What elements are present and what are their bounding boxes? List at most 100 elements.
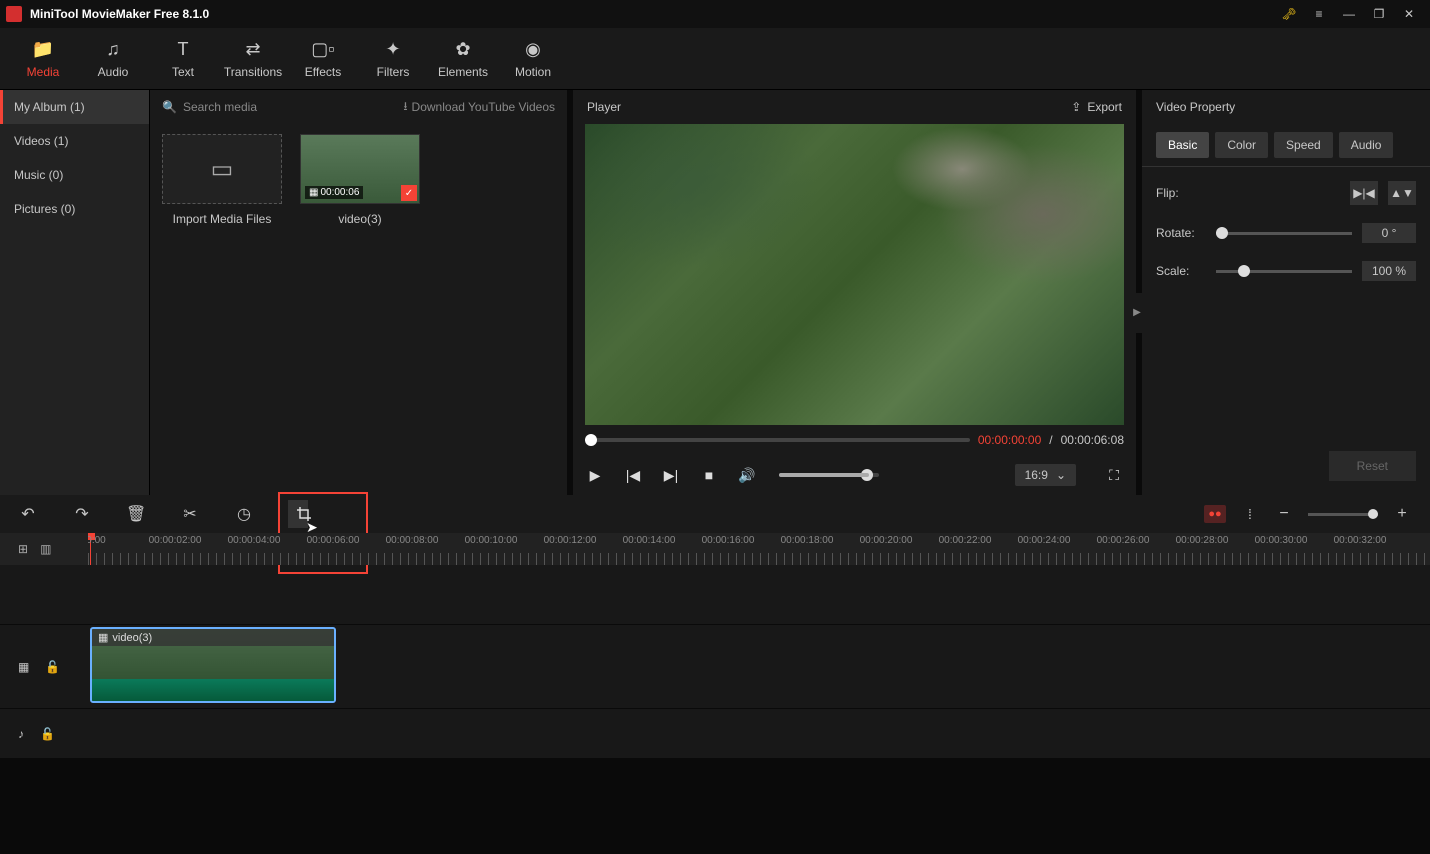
download-icon: ⭳ [403,97,407,118]
check-icon: ✓ [401,185,417,201]
ribbon-tab-transitions[interactable]: ⇄Transitions [218,28,288,89]
aspect-ratio-select[interactable]: 16:9 ⌄ [1015,464,1076,486]
search-placeholder: Search media [183,100,257,114]
video-preview[interactable] [585,124,1124,425]
motion-icon: ◉ [525,39,541,61]
timecode-total: 00:00:06:08 [1061,433,1124,447]
album-item[interactable]: Music (0) [0,158,149,192]
ribbon-tab-media[interactable]: 📁Media [8,28,78,89]
menu-icon[interactable]: ≡ [1304,0,1334,28]
ribbon-tab-text[interactable]: TText [148,28,218,89]
effects-icon: ▢▫ [311,39,334,61]
key-icon[interactable]: 🗝 [1274,0,1304,28]
play-button[interactable]: ▶ [585,467,605,484]
clip-name: video(3) [300,212,420,226]
folder-icon: 📁 [32,39,54,61]
close-button[interactable]: ✕ [1394,0,1424,28]
media-clip-tile[interactable]: ▦ 00:00:06 ✓ video(3) [300,134,420,226]
ribbon-tab-filters[interactable]: ✦Filters [358,28,428,89]
marker-button[interactable]: ⁞ [1240,506,1260,522]
split-button[interactable]: ✂ [180,504,200,524]
zoom-slider[interactable] [1308,513,1378,516]
rotate-slider[interactable] [1216,232,1352,235]
ruler-tick: 00:00:14:00 [623,535,676,546]
zoom-in-button[interactable]: + [1392,505,1412,523]
ribbon-tab-audio[interactable]: ♫Audio [78,28,148,89]
ruler-tick: 00:00:04:00 [228,535,281,546]
timeline-track-blank [0,565,1430,625]
ribbon-tab-effects[interactable]: ▢▫Effects [288,28,358,89]
import-tile[interactable]: ▭ Import Media Files [162,134,282,226]
volume-icon[interactable]: 🔊 [737,467,757,484]
property-title: Video Property [1156,100,1235,114]
property-tab-basic[interactable]: Basic [1156,132,1209,158]
add-track-button[interactable]: ⊞ [18,542,28,556]
text-icon: T [178,39,189,61]
ribbon-tab-motion[interactable]: ◉Motion [498,28,568,89]
property-tab-audio[interactable]: Audio [1339,132,1394,158]
timeline-clip[interactable]: ▦ video(3) [90,627,336,703]
timecode-sep: / [1049,433,1052,447]
collapse-handle[interactable]: ▶ [1132,293,1142,333]
zoom-out-button[interactable]: − [1274,505,1294,523]
scale-value: 100 % [1362,261,1416,281]
album-item[interactable]: My Album (1) [0,90,149,124]
scale-slider[interactable] [1216,270,1352,273]
property-panel: ▶ Video Property BasicColorSpeedAudio Fl… [1142,90,1430,495]
ribbon: 📁Media♫AudioTText⇄Transitions▢▫Effects✦F… [0,28,1430,90]
magnet-button[interactable]: ●● [1204,505,1226,523]
undo-button[interactable]: ↶ [18,504,38,524]
next-frame-button[interactable]: ▶| [661,467,681,484]
window-title: MiniTool MovieMaker Free 8.1.0 [30,7,1274,21]
redo-button[interactable]: ↷ [72,504,92,524]
timecode-current: 00:00:00:00 [978,433,1041,447]
reset-button[interactable]: Reset [1329,451,1416,481]
maximize-button[interactable]: ❐ [1364,0,1394,28]
album-sidebar: My Album (1)Videos (1)Music (0)Pictures … [0,90,150,495]
ruler-tick: 00:00:24:00 [1018,535,1071,546]
timeline-toolbar: ↶ ↷ 🗑 ✂ ◷ ●● ⁞ − + ➤ Crop [0,495,1430,533]
timeline-tracks: ▦ 🔓 ▦ video(3) ♪ 🔓 [0,565,1430,759]
filters-icon: ✦ [385,39,400,61]
volume-slider[interactable] [779,473,879,477]
property-tab-speed[interactable]: Speed [1274,132,1333,158]
album-item[interactable]: Videos (1) [0,124,149,158]
audio-track-icon: ♪ [18,727,24,741]
speed-button[interactable]: ◷ [234,504,254,524]
import-label: Import Media Files [162,212,282,226]
search-input[interactable]: 🔍 Search media [162,100,397,114]
crop-button[interactable] [288,500,308,528]
timeline-ruler-row: ⊞ ▥ 0:0000:00:02:0000:00:04:0000:00:06:0… [0,533,1430,565]
clip-film-icon: ▦ [98,631,108,644]
prev-frame-button[interactable]: |◀ [623,467,643,484]
ribbon-tab-elements[interactable]: ✿Elements [428,28,498,89]
minimize-button[interactable]: — [1334,0,1364,28]
seek-slider[interactable] [585,438,970,442]
export-button[interactable]: ⇪ Export [1071,100,1122,114]
ruler-tick: 00:00:20:00 [860,535,913,546]
lock-icon[interactable]: 🔓 [40,727,55,741]
track-layers-button[interactable]: ▥ [40,542,51,556]
elements-icon: ✿ [455,39,470,61]
music-icon: ♫ [106,39,120,61]
ruler-tick: 00:00:22:00 [939,535,992,546]
clip-waveform [92,679,334,701]
flip-vertical-button[interactable]: ▲▼ [1388,181,1416,205]
flip-horizontal-button[interactable]: ▶|◀ [1350,181,1378,205]
timeline-ruler[interactable]: 0:0000:00:02:0000:00:04:0000:00:06:0000:… [88,533,1430,565]
album-item[interactable]: Pictures (0) [0,192,149,226]
download-youtube-link[interactable]: ⭳ Download YouTube Videos [403,97,555,118]
lock-icon[interactable]: 🔓 [45,660,60,674]
timeline-track-audio: ♪ 🔓 [0,709,1430,759]
ruler-tick: 0:00 [88,535,106,546]
ruler-tick: 00:00:32:00 [1334,535,1387,546]
rotate-value: 0 ° [1362,223,1416,243]
transition-icon: ⇄ [245,39,260,61]
property-tab-color[interactable]: Color [1215,132,1268,158]
fullscreen-button[interactable]: ⛶ [1104,467,1124,484]
ruler-tick: 00:00:30:00 [1255,535,1308,546]
stop-button[interactable]: ■ [699,467,719,483]
ruler-tick: 00:00:28:00 [1176,535,1229,546]
delete-button[interactable]: 🗑 [126,504,146,524]
ruler-tick: 00:00:18:00 [781,535,834,546]
